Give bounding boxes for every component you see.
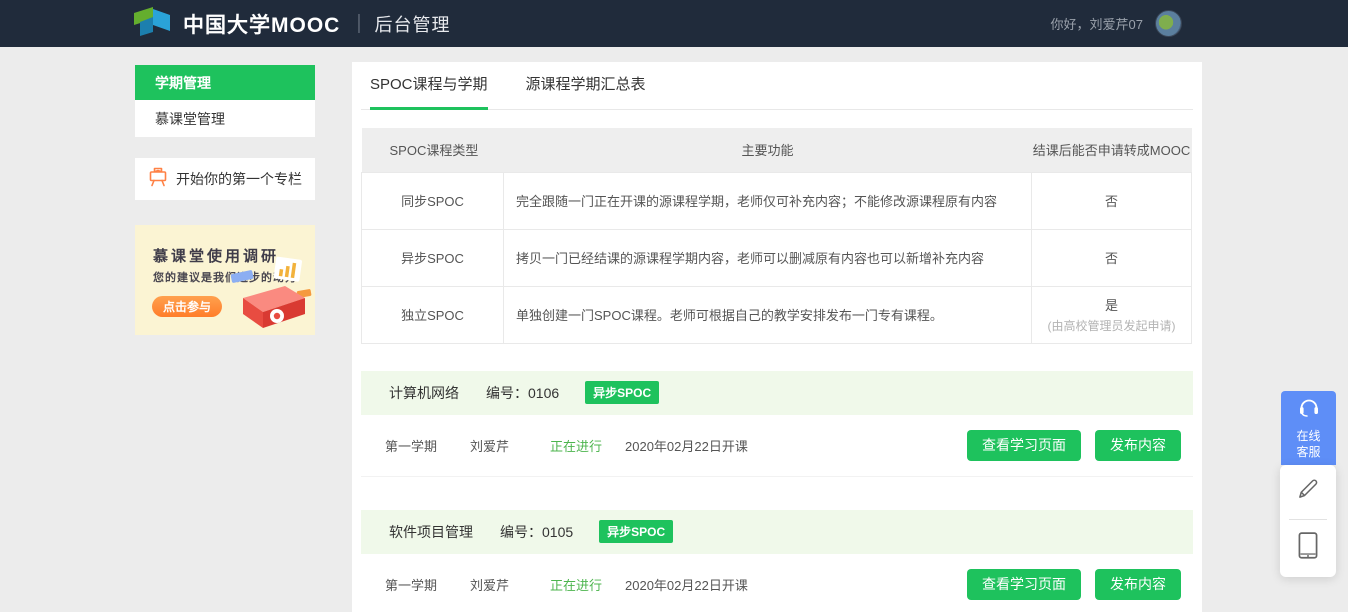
- sidebar-item-semester-management[interactable]: 学期管理: [135, 65, 315, 100]
- semester-status: 正在进行: [550, 575, 625, 594]
- floating-tool-card: [1280, 465, 1336, 577]
- sidebar-item-label: 慕课堂管理: [155, 109, 225, 129]
- table-row: 同步SPOC 完全跟随一门正在开课的源课程学期，老师仅可补充内容；不能修改源课程…: [362, 172, 1192, 229]
- cell-desc: 单独创建一门SPOC课程。老师可根据自己的教学安排发布一门专有课程。: [504, 286, 1032, 343]
- col-header-main-function: 主要功能: [504, 128, 1032, 172]
- user-avatar[interactable]: [1155, 10, 1182, 37]
- semester-teacher: 刘爱芹: [470, 436, 550, 455]
- tab-bar: SPOC课程与学期 源课程学期汇总表: [361, 62, 1193, 110]
- brand-divider: |: [356, 12, 361, 35]
- cell-desc: 完全跟随一门正在开课的源课程学期，老师仅可补充内容；不能修改源课程原有内容: [504, 172, 1032, 229]
- course-header-software-project: 软件项目管理 编号：0105 异步SPOC: [361, 510, 1193, 554]
- sidebar-menu: 学期管理 慕课堂管理: [135, 65, 315, 137]
- mobile-app-button[interactable]: [1280, 531, 1336, 566]
- semester-row: 第一学期 刘爱芹 正在进行 2020年02月22日开课 查看学习页面 发布内容: [361, 554, 1193, 612]
- sidebar: 学期管理 慕课堂管理 开始你的第一个专栏 慕课堂使用调研 您的建议是我们进步的动…: [135, 65, 315, 335]
- mooc-logo-icon: [133, 6, 173, 41]
- semester-start-date: 2020年02月22日开课: [625, 436, 748, 455]
- cell-mooc-note: (由高校管理员发起申请): [1032, 317, 1191, 334]
- table-row: 异步SPOC 拷贝一门已经结课的源课程学期内容，老师可以删减原有内容也可以新增补…: [362, 229, 1192, 286]
- cell-desc: 拷贝一门已经结课的源课程学期内容，老师可以删减原有内容也可以新增补充内容: [504, 229, 1032, 286]
- semester-status: 正在进行: [550, 436, 625, 455]
- table-row: 独立SPOC 单独创建一门SPOC课程。老师可根据自己的教学安排发布一门专有课程…: [362, 286, 1192, 343]
- col-header-spoc-type: SPOC课程类型: [362, 128, 504, 172]
- tablet-icon: [1295, 531, 1321, 566]
- tool-card-divider: [1289, 519, 1327, 520]
- tab-spoc-courses[interactable]: SPOC课程与学期: [370, 62, 488, 110]
- easel-icon: [148, 167, 168, 192]
- semester-start-date: 2020年02月22日开课: [625, 575, 748, 594]
- course-name: 软件项目管理: [389, 522, 473, 542]
- course-type-badge: 异步SPOC: [585, 381, 659, 404]
- course-code: 编号：0105: [500, 522, 573, 542]
- sidebar-item-label: 学期管理: [155, 73, 211, 93]
- view-learning-page-button[interactable]: 查看学习页面: [967, 430, 1081, 461]
- feedback-button[interactable]: [1280, 476, 1336, 507]
- cell-mooc: 否: [1032, 229, 1192, 286]
- main-panel: SPOC课程与学期 源课程学期汇总表 SPOC课程类型 主要功能 结课后能否申请…: [352, 62, 1202, 612]
- course-code: 编号：0106: [486, 383, 559, 403]
- course-type-badge: 异步SPOC: [599, 520, 673, 543]
- survey-banner: 慕课堂使用调研 您的建议是我们进步的动力 点击参与: [135, 225, 315, 335]
- semester-row: 第一学期 刘爱芹 正在进行 2020年02月22日开课 查看学习页面 发布内容: [361, 415, 1193, 477]
- brand-logo-link[interactable]: 中国大学MOOC | 后台管理: [133, 6, 451, 41]
- tab-source-course-summary[interactable]: 源课程学期汇总表: [526, 62, 646, 110]
- course-header-computer-network: 计算机网络 编号：0106 异步SPOC: [361, 371, 1193, 415]
- survey-join-button[interactable]: 点击参与: [152, 296, 222, 317]
- survey-banner-illustration: [213, 250, 313, 333]
- headset-icon: [1297, 396, 1321, 423]
- semester-teacher: 刘爱芹: [470, 575, 550, 594]
- spoc-type-table: SPOC课程类型 主要功能 结课后能否申请转成MOOC 同步SPOC 完全跟随一…: [361, 128, 1192, 344]
- semester-term: 第一学期: [385, 575, 470, 594]
- floating-toolbar: 在线 客服: [1280, 391, 1336, 577]
- page: 中国大学MOOC | 后台管理 你好，刘爱芹07 学期管理 慕课堂管理: [0, 0, 1348, 612]
- sidebar-item-mooc-classroom[interactable]: 慕课堂管理: [135, 100, 315, 137]
- course-name: 计算机网络: [389, 383, 459, 403]
- semester-term: 第一学期: [385, 436, 470, 455]
- cell-mooc: 是 (由高校管理员发起申请): [1032, 286, 1192, 343]
- cell-type: 异步SPOC: [362, 229, 504, 286]
- online-service-button[interactable]: 在线 客服: [1281, 391, 1336, 465]
- cell-type: 同步SPOC: [362, 172, 504, 229]
- online-service-label: 在线 客服: [1296, 428, 1320, 460]
- start-first-column-link[interactable]: 开始你的第一个专栏: [135, 158, 315, 200]
- pencil-icon: [1295, 476, 1321, 507]
- view-learning-page-button[interactable]: 查看学习页面: [967, 569, 1081, 600]
- publish-content-button[interactable]: 发布内容: [1095, 569, 1181, 600]
- top-navbar: 中国大学MOOC | 后台管理 你好，刘爱芹07: [0, 0, 1348, 47]
- cell-mooc: 否: [1032, 172, 1192, 229]
- col-header-convert-mooc: 结课后能否申请转成MOOC: [1032, 128, 1192, 172]
- start-first-column-label: 开始你的第一个专栏: [176, 169, 302, 189]
- publish-content-button[interactable]: 发布内容: [1095, 430, 1181, 461]
- user-greeting: 你好，刘爱芹07: [1051, 14, 1143, 33]
- cell-mooc-value: 是: [1105, 298, 1118, 313]
- table-header-row: SPOC课程类型 主要功能 结课后能否申请转成MOOC: [362, 128, 1192, 172]
- cell-type: 独立SPOC: [362, 286, 504, 343]
- page-title: 后台管理: [375, 11, 451, 37]
- brand-title: 中国大学MOOC: [183, 9, 340, 39]
